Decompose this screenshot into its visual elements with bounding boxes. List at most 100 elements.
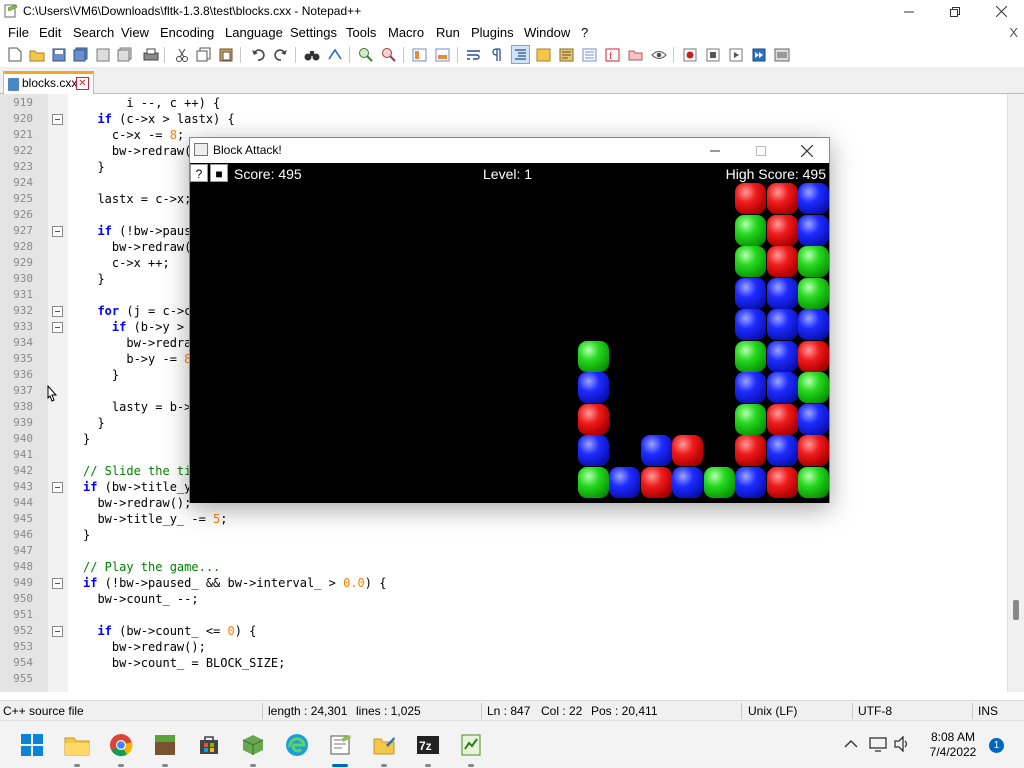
- code-line[interactable]: 949 if (!bw->paused_ && bw->interval_ > 0…: [0, 575, 1000, 591]
- replace-button[interactable]: [325, 45, 344, 64]
- vertical-scrollbar[interactable]: [1007, 94, 1024, 692]
- fold-toggle-icon[interactable]: [52, 578, 63, 589]
- folder-workspace-button[interactable]: f: [603, 45, 622, 64]
- insert-mode[interactable]: INS: [978, 704, 998, 718]
- fold-toggle-icon[interactable]: [52, 626, 63, 637]
- taskbar-spreadsheet-app[interactable]: [457, 731, 485, 759]
- save-all-button[interactable]: [71, 45, 90, 64]
- menu-plugins[interactable]: Plugins: [471, 25, 514, 40]
- block-blue[interactable]: [798, 309, 829, 340]
- code-line[interactable]: 948 // Play the game...: [0, 559, 1000, 575]
- block-green[interactable]: [798, 372, 829, 403]
- block-green[interactable]: [798, 246, 829, 277]
- block-red[interactable]: [641, 467, 672, 498]
- code-line[interactable]: 951: [0, 607, 1000, 623]
- code-line[interactable]: 954 bw->count_ = BLOCK_SIZE;: [0, 655, 1000, 671]
- block-blue[interactable]: [767, 278, 798, 309]
- stop-macro-button[interactable]: [703, 45, 722, 64]
- eol-format[interactable]: Unix (LF): [748, 704, 797, 718]
- block-blue[interactable]: [798, 404, 829, 435]
- block-blue[interactable]: [578, 435, 609, 466]
- taskbar-minecraft[interactable]: [151, 731, 179, 759]
- block-red[interactable]: [767, 246, 798, 277]
- code-line[interactable]: 919 i --, c ++) {: [0, 95, 1000, 111]
- menu-window[interactable]: Window: [524, 25, 570, 40]
- block-blue[interactable]: [735, 309, 766, 340]
- cut-button[interactable]: [172, 45, 191, 64]
- taskbar-file-explorer[interactable]: [63, 731, 91, 759]
- record-macro-button[interactable]: [680, 45, 699, 64]
- game-minimize-button[interactable]: [692, 139, 738, 162]
- sync-vertical-button[interactable]: [410, 45, 429, 64]
- game-title-bar[interactable]: Block Attack!: [190, 138, 829, 163]
- block-blue[interactable]: [767, 341, 798, 372]
- save-macro-button[interactable]: [772, 45, 791, 64]
- menu-macro[interactable]: Macro: [388, 25, 424, 40]
- block-green[interactable]: [735, 246, 766, 277]
- close-document-button[interactable]: X: [1009, 25, 1018, 40]
- start-button[interactable]: [18, 731, 46, 759]
- tab-close-icon[interactable]: ✕: [76, 77, 89, 90]
- print-button[interactable]: [141, 45, 160, 64]
- block-green[interactable]: [735, 215, 766, 246]
- game-pause-button[interactable]: ■: [210, 164, 228, 182]
- block-green[interactable]: [578, 341, 609, 372]
- code-line[interactable]: 952 if (bw->count_ <= 0) {: [0, 623, 1000, 639]
- tab-blocks-cxx[interactable]: blocks.cxx ✕: [3, 71, 94, 94]
- zoom-out-button[interactable]: [379, 45, 398, 64]
- block-blue[interactable]: [798, 215, 829, 246]
- maximize-button[interactable]: [932, 0, 978, 23]
- block-green[interactable]: [798, 278, 829, 309]
- menu-encoding[interactable]: Encoding: [160, 25, 214, 40]
- taskbar-folder-app[interactable]: [370, 731, 398, 759]
- block-green[interactable]: [704, 467, 735, 498]
- sync-horizontal-button[interactable]: [433, 45, 452, 64]
- doc-map-button[interactable]: [557, 45, 576, 64]
- paste-button[interactable]: [216, 45, 235, 64]
- menu-file[interactable]: File: [8, 25, 29, 40]
- volume-icon[interactable]: [893, 736, 911, 752]
- block-red[interactable]: [578, 404, 609, 435]
- close-button[interactable]: [978, 0, 1024, 23]
- block-red[interactable]: [735, 435, 766, 466]
- block-red[interactable]: [767, 467, 798, 498]
- block-blue[interactable]: [767, 309, 798, 340]
- code-line[interactable]: 947: [0, 543, 1000, 559]
- fold-toggle-icon[interactable]: [52, 306, 63, 317]
- fold-toggle-icon[interactable]: [52, 114, 63, 125]
- undo-button[interactable]: [248, 45, 267, 64]
- taskbar-chrome[interactable]: [107, 731, 135, 759]
- network-icon[interactable]: [869, 736, 887, 752]
- block-blue[interactable]: [735, 467, 766, 498]
- taskbar-store[interactable]: [195, 731, 223, 759]
- title-bar[interactable]: C:\Users\VM6\Downloads\fltk-1.3.8\test\b…: [0, 0, 1024, 23]
- find-button[interactable]: [302, 45, 321, 64]
- fold-toggle-icon[interactable]: [52, 482, 63, 493]
- block-blue[interactable]: [798, 183, 829, 214]
- notification-badge[interactable]: 1: [989, 738, 1004, 753]
- redo-button[interactable]: [271, 45, 290, 64]
- block-blue[interactable]: [735, 278, 766, 309]
- menu-help[interactable]: ?: [581, 25, 588, 40]
- menu-tools[interactable]: Tools: [346, 25, 376, 40]
- code-line[interactable]: 953 bw->redraw();: [0, 639, 1000, 655]
- block-blue[interactable]: [578, 372, 609, 403]
- block-blue[interactable]: [735, 372, 766, 403]
- block-attack-window[interactable]: Block Attack! ? ■ Score: 495 Level: 1 Hi…: [189, 137, 830, 503]
- copy-button[interactable]: [194, 45, 213, 64]
- code-line[interactable]: 955: [0, 671, 1000, 687]
- menu-search[interactable]: Search: [73, 25, 114, 40]
- user-language-button[interactable]: [534, 45, 553, 64]
- block-blue[interactable]: [767, 372, 798, 403]
- block-red[interactable]: [767, 183, 798, 214]
- block-green[interactable]: [798, 467, 829, 498]
- game-help-button[interactable]: ?: [190, 164, 208, 182]
- block-red[interactable]: [798, 341, 829, 372]
- block-blue[interactable]: [767, 435, 798, 466]
- function-list-button[interactable]: [580, 45, 599, 64]
- block-red[interactable]: [767, 404, 798, 435]
- encoding-label[interactable]: UTF-8: [858, 704, 892, 718]
- block-blue[interactable]: [609, 467, 640, 498]
- menu-settings[interactable]: Settings: [290, 25, 337, 40]
- monitoring-button[interactable]: [649, 45, 668, 64]
